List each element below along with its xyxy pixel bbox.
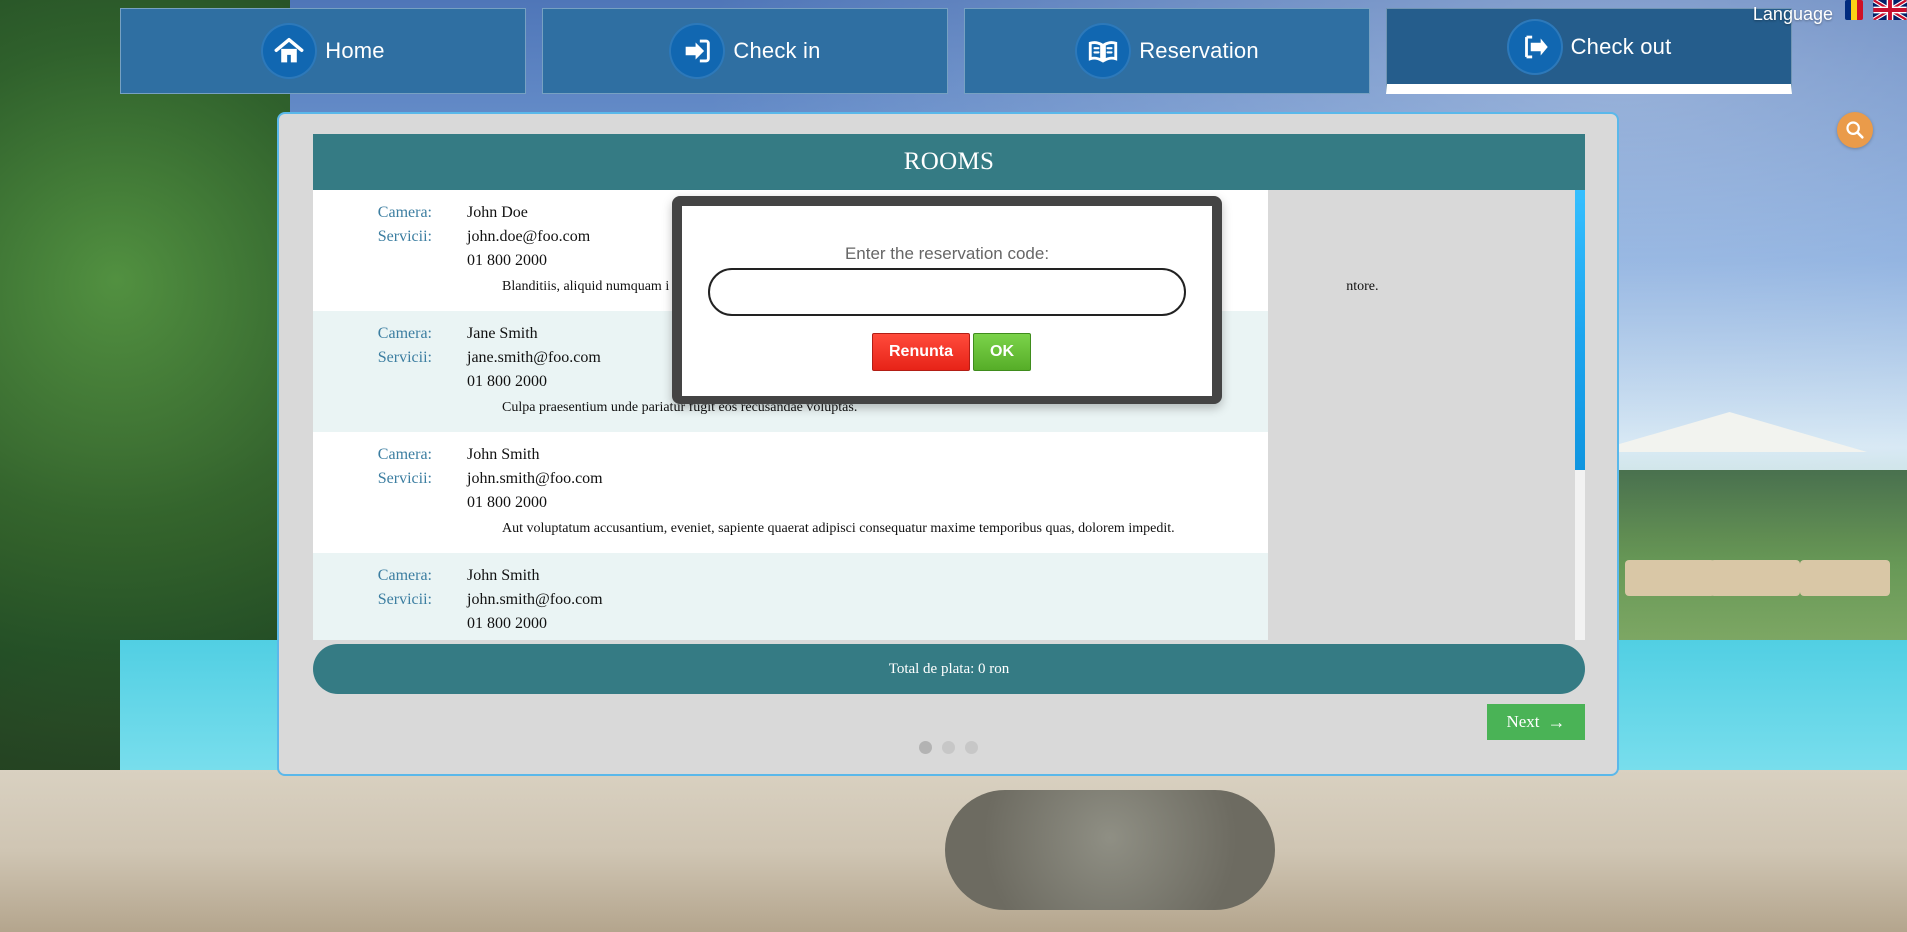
room-phone: 01 800 2000 [467,373,547,390]
nav-reservation-label: Reservation [1139,38,1259,63]
nav-check-out-label: Check out [1570,33,1672,59]
nav-check-out[interactable]: Check out [1386,8,1792,94]
sign-in-icon [669,23,726,79]
rooms-scrollbar[interactable] [1575,190,1585,640]
background-umbrella [1592,412,1867,452]
camera-label: Camera: [377,204,432,221]
room-note-text: Blanditiis, aliquid numquam i [502,279,670,294]
nav-check-in[interactable]: Check in [542,8,948,94]
nav-home-label: Home [325,38,385,63]
room-name: John Doe [467,204,528,221]
room-phone: 01 800 2000 [467,615,547,632]
home-icon [261,23,318,79]
rooms-scroll-thumb[interactable] [1575,190,1585,470]
services-label: Servicii: [377,470,432,487]
services-label: Servicii: [377,591,432,608]
room-phone: 01 800 2000 [467,494,547,511]
services-label: Servicii: [377,228,432,245]
camera-label: Camera: [377,567,432,584]
search-icon [1846,121,1864,139]
pagination-dot[interactable] [919,741,932,754]
background-lounger [1710,560,1800,596]
background-lounger [1800,560,1890,596]
arrow-right-icon: → [1547,711,1566,732]
reservation-modal: Enter the reservation code: Renunta OK [682,206,1212,396]
ok-button[interactable]: OK [973,333,1031,371]
reservation-code-input[interactable] [708,268,1186,316]
room-note: Aut voluptatum accusantium, eveniet, sap… [502,521,1175,536]
pagination-dot[interactable] [942,741,955,754]
room-name: Jane Smith [467,325,538,342]
background-towel [945,790,1275,910]
nav-reservation[interactable]: Reservation [964,8,1370,94]
search-button[interactable] [1837,112,1873,148]
book-open-icon [1075,23,1132,79]
room-name: John Smith [467,446,540,463]
romania-flag-icon[interactable] [1845,0,1863,20]
nav-check-in-label: Check in [733,38,821,63]
room-email: john.smith@foo.com [467,591,603,608]
room-entry: Camera: John Smith Servicii: john.smith@… [313,432,1268,553]
reservation-code-label: Enter the reservation code: [844,244,1050,263]
camera-label: Camera: [377,325,432,342]
room-note-tail: ntore. [1346,279,1379,294]
cancel-button[interactable]: Renunta [872,333,970,371]
room-phone: 01 800 2000 [467,252,547,269]
nav-home[interactable]: Home [120,8,526,94]
services-label: Servicii: [377,349,432,366]
total-bar: Total de plata: 0 ron [313,644,1585,694]
next-button[interactable]: Next → [1487,704,1585,740]
room-email: john.doe@foo.com [467,228,591,245]
rooms-header: ROOMS [313,134,1585,190]
pagination-dot[interactable] [965,741,978,754]
room-email: jane.smith@foo.com [467,349,601,366]
language-label: Language [1752,4,1833,24]
camera-label: Camera: [377,446,432,463]
background-lounger [1625,560,1715,596]
pagination-dots [919,741,978,754]
next-label: Next [1506,712,1540,731]
uk-flag-icon[interactable] [1873,0,1907,20]
room-name: John Smith [467,567,540,584]
room-entry: Camera: John Smith Servicii: john.smith@… [313,553,1268,640]
room-email: john.smith@foo.com [467,470,603,487]
sign-out-icon [1506,18,1563,75]
